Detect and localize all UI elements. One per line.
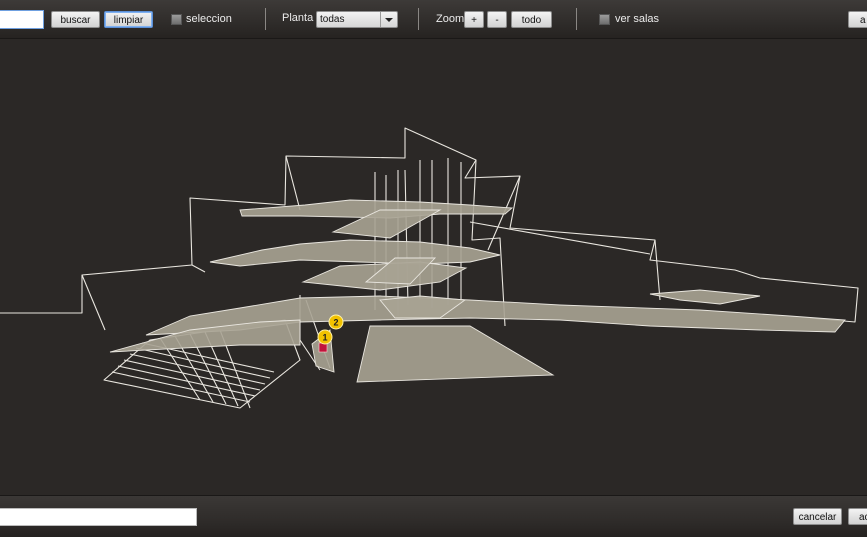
- floor-slab: [649, 289, 761, 305]
- top-toolbar: buscar limpiar seleccion Planta todas Zo…: [0, 0, 867, 39]
- floor-select-value: todas: [320, 14, 345, 25]
- bottom-text-input[interactable]: [0, 508, 197, 526]
- marker-2[interactable]: 2: [328, 314, 344, 330]
- floor-slab: [356, 325, 555, 383]
- toolbar-divider: [265, 8, 266, 30]
- zoom-label: Zoom: [436, 13, 465, 25]
- right-toolbar-button[interactable]: a: [848, 11, 867, 28]
- toolbar-divider: [576, 8, 577, 30]
- selection-label: seleccion: [186, 13, 232, 25]
- selection-checkbox[interactable]: [171, 14, 182, 25]
- marker-2-label: 2: [333, 318, 338, 328]
- chevron-down-icon: [380, 12, 397, 27]
- show-rooms-label: ver salas: [615, 13, 660, 25]
- bottom-bar: cancelar ac: [0, 495, 867, 537]
- show-rooms-checkbox[interactable]: [599, 14, 610, 25]
- building-3d-view[interactable]: 2 1: [0, 38, 867, 495]
- search-input[interactable]: [0, 10, 44, 29]
- search-button[interactable]: buscar: [51, 11, 100, 28]
- accept-button[interactable]: ac: [848, 508, 867, 525]
- toolbar-divider: [418, 8, 419, 30]
- marker-1[interactable]: 1: [317, 329, 333, 345]
- floor-slab: [209, 239, 501, 267]
- zoom-in-button[interactable]: +: [464, 11, 484, 28]
- zoom-out-button[interactable]: -: [487, 11, 507, 28]
- clear-button[interactable]: limpiar: [104, 11, 153, 28]
- marker-1-label: 1: [322, 333, 327, 343]
- zoom-all-button[interactable]: todo: [511, 11, 552, 28]
- floor-select[interactable]: todas: [316, 11, 398, 28]
- floor-label: Planta: [282, 12, 314, 24]
- cancel-button[interactable]: cancelar: [793, 508, 842, 525]
